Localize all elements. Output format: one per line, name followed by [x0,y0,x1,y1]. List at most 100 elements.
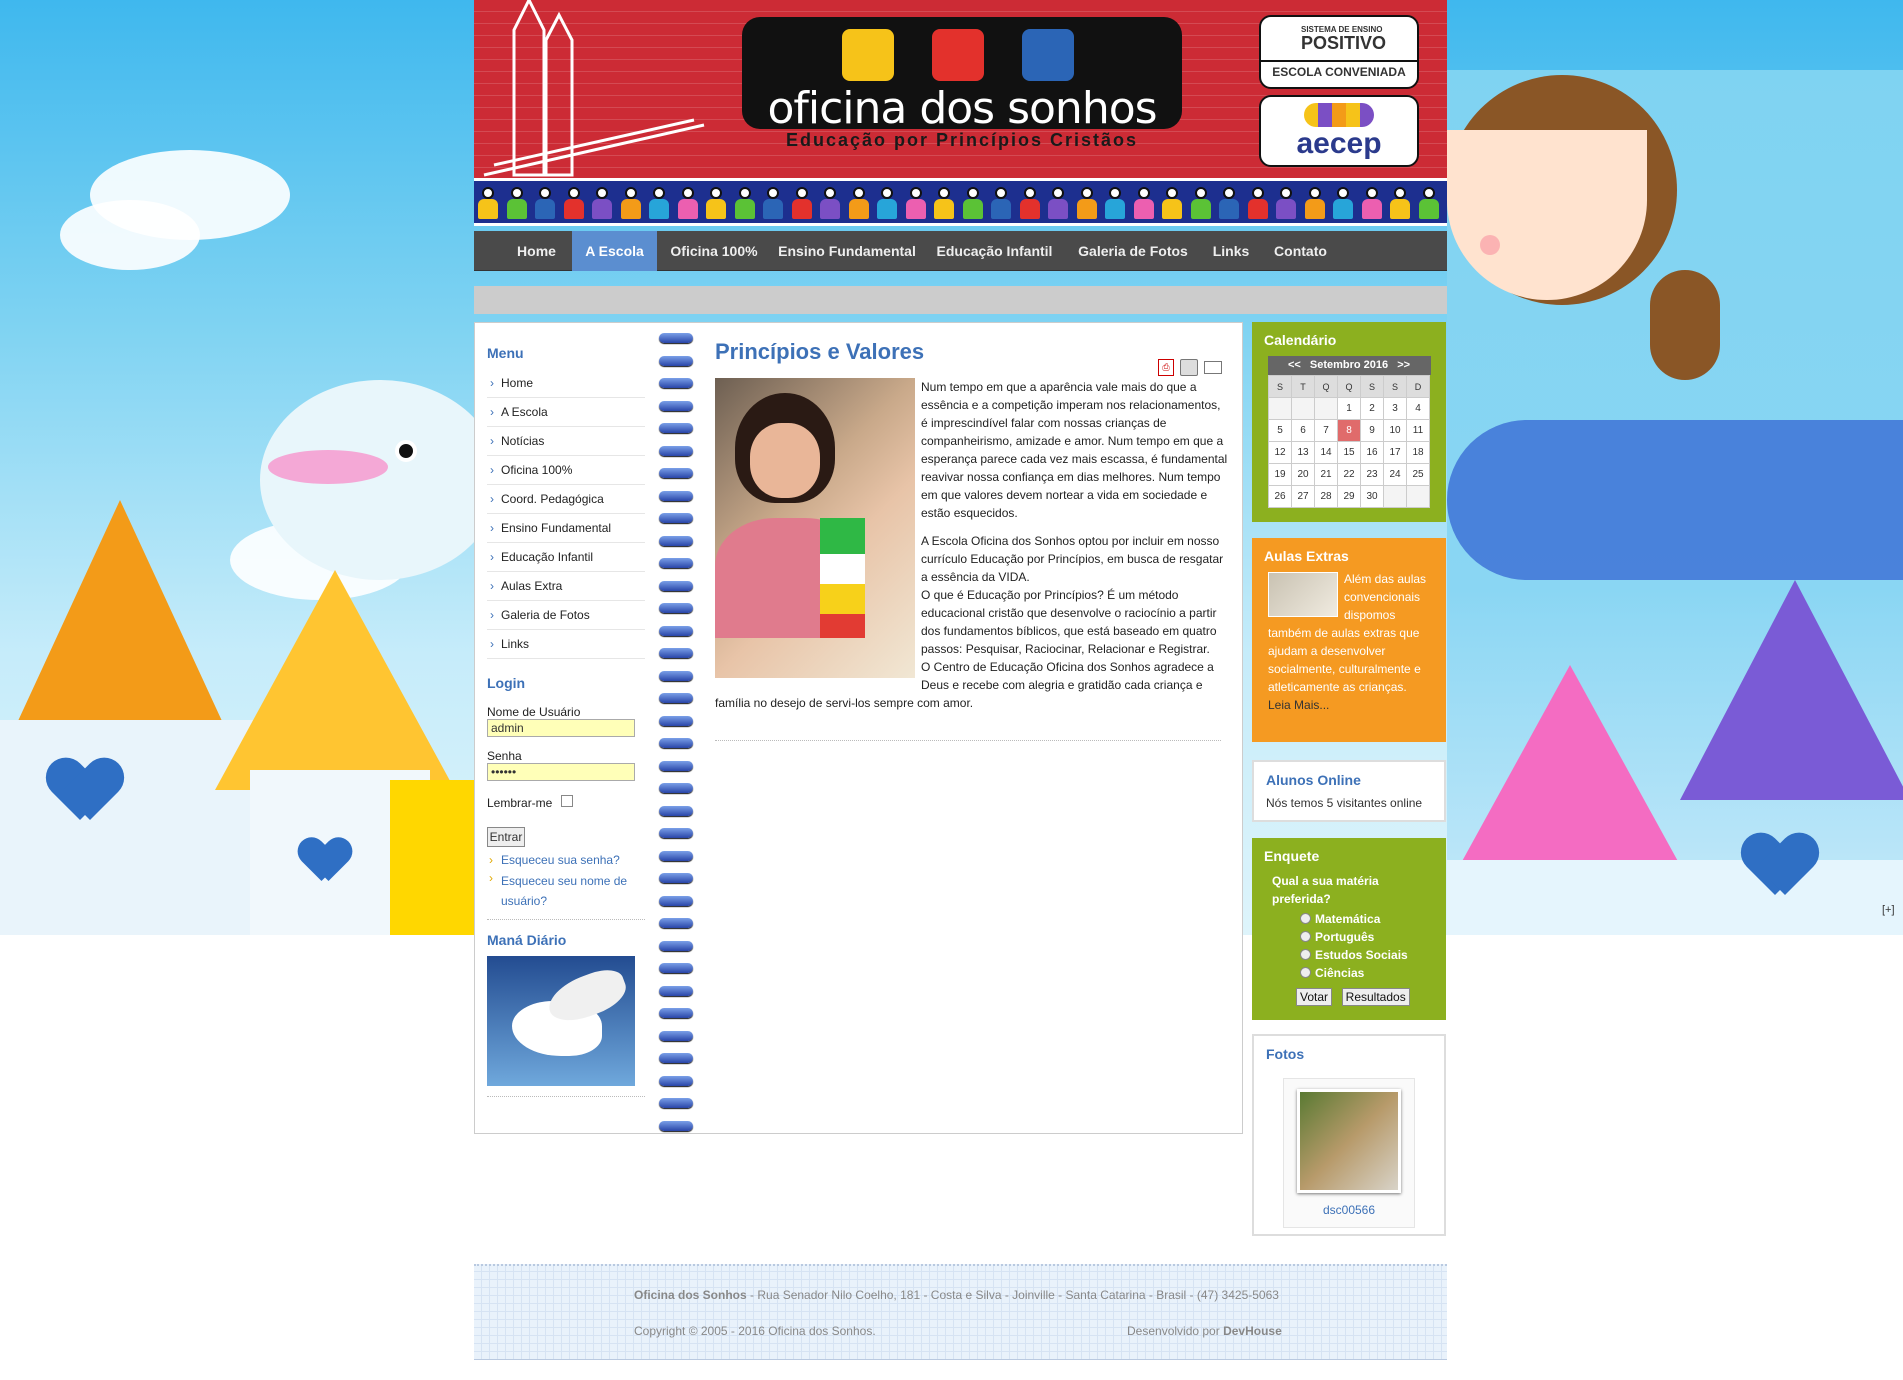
calendar-day[interactable]: 23 [1360,463,1384,486]
alunos-online-text: Nós temos 5 visitantes online [1266,796,1423,810]
menu-item-coord-pedagogica[interactable]: Coord. Pedagógica [487,485,645,514]
calendar-day[interactable]: 17 [1383,441,1407,464]
nav-galeria-de-fotos[interactable]: Galeria de Fotos [1068,231,1198,271]
password-label: Senha [487,749,522,763]
kid-figure-icon [1190,187,1211,221]
calendar-next-button[interactable]: >> [1397,359,1410,371]
calendar-day[interactable]: 13 [1291,441,1315,464]
calendar-day[interactable]: 16 [1360,441,1384,464]
calendar-day[interactable]: 11 [1406,419,1430,442]
nav-ensino-fundamental[interactable]: Ensino Fundamental [772,231,922,271]
calendar-day[interactable]: 22 [1337,463,1361,486]
footer-address: - Rua Senador Nilo Coelho, 181 - Costa e… [746,1288,1279,1302]
nav-oficina-100[interactable]: Oficina 100% [660,231,768,271]
calendar-day[interactable]: 26 [1268,485,1292,508]
aulas-extras-thumbnail[interactable] [1268,572,1338,617]
forgot-password-link[interactable]: Esqueceu sua senha? [501,853,645,867]
poll-radio-matematica[interactable] [1300,913,1311,924]
calendar-day[interactable]: 19 [1268,463,1292,486]
calendar-day[interactable]: 3 [1383,397,1407,420]
menu-item-ensino-fundamental[interactable]: Ensino Fundamental [487,514,645,543]
menu-item-a-escola[interactable]: A Escola [487,398,645,427]
nav-educacao-infantil[interactable]: Educação Infantil [927,231,1062,271]
fotos-module: Fotos dsc00566 [1252,1034,1446,1236]
calendar-day[interactable]: 14 [1314,441,1338,464]
nav-a-escola[interactable]: A Escola [572,231,657,271]
calendar-day[interactable]: 9 [1360,419,1384,442]
menu-item-aulas-extra[interactable]: Aulas Extra [487,572,645,601]
poll-radio-ciencias[interactable] [1300,967,1311,978]
photo-card[interactable]: dsc00566 [1283,1078,1415,1228]
kid-figure-icon [820,187,840,221]
calendar-day[interactable]: 15 [1337,441,1361,464]
calendar-prev-button[interactable]: << [1288,359,1301,371]
article-title: Princípios e Valores [715,339,925,364]
nav-contato[interactable]: Contato [1263,231,1338,271]
calendar-day[interactable]: 6 [1291,419,1315,442]
spiral-ring [659,850,693,861]
remember-checkbox[interactable] [561,795,573,807]
aecep-badge[interactable]: aecep [1259,95,1419,167]
calendar-day[interactable]: 18 [1406,441,1430,464]
print-icon[interactable] [1180,359,1198,376]
spiral-ring [659,963,693,973]
menu-item-noticias[interactable]: Notícias [487,427,645,456]
nav-links[interactable]: Links [1204,231,1258,271]
calendar-day[interactable]: 20 [1291,463,1315,486]
calendar-day[interactable]: 4 [1406,397,1430,420]
spiral-ring [659,513,693,523]
left-column: Menu Home A Escola Notícias Oficina 100%… [487,323,645,1097]
calendar-day[interactable]: 10 [1383,419,1407,442]
poll-vote-button[interactable]: Votar [1296,988,1333,1006]
kid-figure-icon [506,187,527,221]
password-field[interactable]: •••••• [487,763,635,781]
kid-figure-icon [991,187,1011,221]
calendar-day[interactable]: 1 [1337,397,1361,420]
login-button[interactable]: Entrar [487,827,525,847]
kid-figure-icon [763,187,783,221]
calendar-day[interactable]: 21 [1314,463,1338,486]
pdf-icon[interactable]: ⎙ [1158,359,1174,376]
side-toggle[interactable]: [+] [1882,904,1895,916]
menu-item-oficina-100[interactable]: Oficina 100% [487,456,645,485]
calendar-day[interactable]: 28 [1314,485,1338,508]
calendar-day[interactable]: 24 [1383,463,1407,486]
logo-box[interactable]: oficina dos sonhos [742,17,1182,131]
menu-item-educacao-infantil[interactable]: Educação Infantil [487,543,645,572]
alunos-online-title: Alunos Online [1266,772,1361,788]
photo-caption[interactable]: dsc00566 [1284,1203,1414,1217]
aulas-extras-read-more[interactable]: Leia Mais... [1268,698,1446,712]
email-icon[interactable] [1204,361,1222,374]
calendar-day[interactable]: 27 [1291,485,1315,508]
calendar-day[interactable]: 8 [1337,419,1361,442]
menu-item-links[interactable]: Links [487,630,645,659]
calendar-module: Calendário << Setembro 2016 >> STQQSSD12… [1252,322,1446,522]
kid-figure-icon [1390,187,1410,221]
poll-radio-estudos-sociais[interactable] [1300,949,1311,960]
menu-item-galeria-de-fotos[interactable]: Galeria de Fotos [487,601,645,630]
positivo-badge[interactable]: SISTEMA DE ENSINO POSITIVO ESCOLA CONVEN… [1259,15,1419,89]
calendar-day[interactable]: 7 [1314,419,1338,442]
poll-results-button[interactable]: Resultados [1341,988,1410,1006]
calendar-day[interactable]: 2 [1360,397,1384,420]
photo-thumbnail[interactable] [1297,1089,1401,1193]
calendar-day[interactable]: 25 [1406,463,1430,486]
username-field[interactable]: admin [487,719,635,737]
spiral-ring [659,648,693,658]
calendar-day[interactable]: 30 [1360,485,1384,508]
poll-radio-portugues[interactable] [1300,931,1311,942]
spiral-ring [659,580,693,591]
calendar-day[interactable]: 12 [1268,441,1292,464]
footer-dev-link[interactable]: DevHouse [1223,1324,1282,1338]
calendar-day[interactable]: 29 [1337,485,1361,508]
dove-image[interactable] [487,956,635,1086]
poll-option-estudos-sociais: Estudos Sociais [1315,948,1408,962]
fotos-title: Fotos [1266,1046,1305,1062]
forgot-username-link[interactable]: Esqueceu seu nome de usuário? [501,871,645,911]
calendar-day[interactable]: 5 [1268,419,1292,442]
kid-figure-icon [478,187,498,221]
nav-home[interactable]: Home [504,231,569,271]
calendar-empty-cell [1291,397,1315,420]
announcement-bar [474,286,1447,314]
menu-item-home[interactable]: Home [487,369,645,398]
